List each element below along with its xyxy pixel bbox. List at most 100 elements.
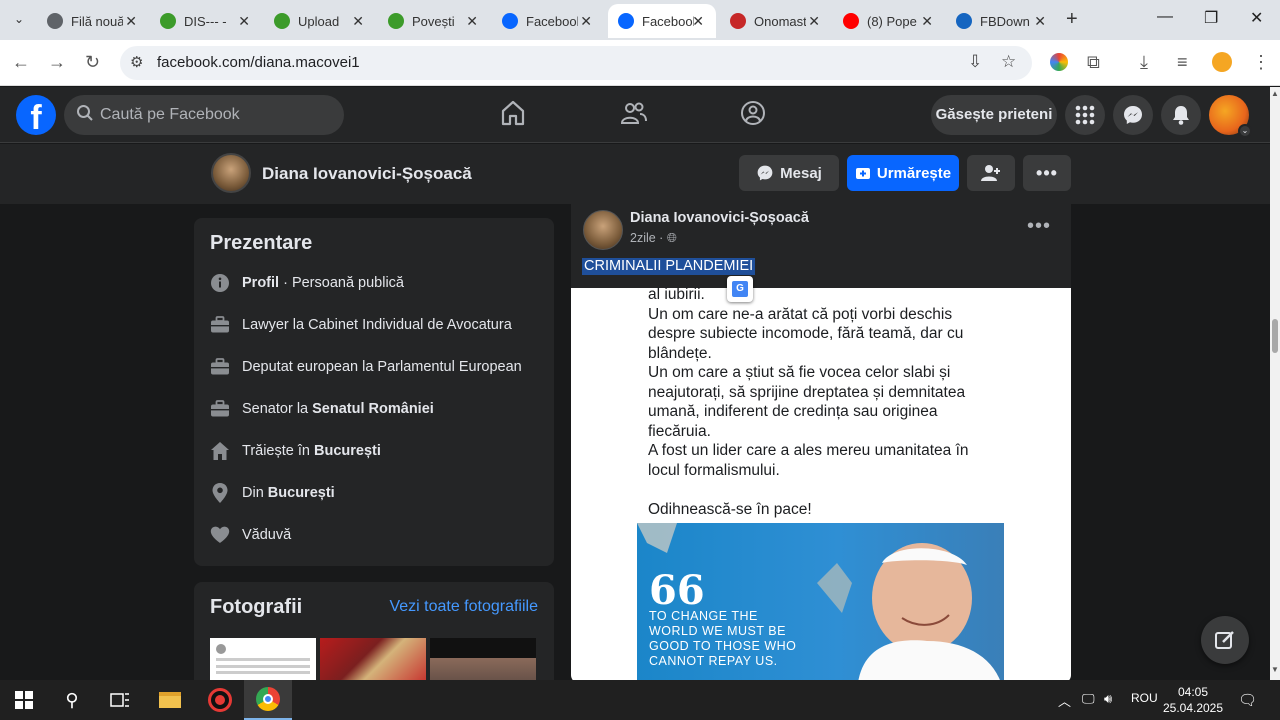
new-tab-button[interactable]: + <box>1066 8 1078 31</box>
see-all-photos-link[interactable]: Vezi toate fotografiile <box>389 598 538 616</box>
translate-popup-button[interactable]: G <box>727 276 753 302</box>
menu-grid-button[interactable] <box>1065 95 1105 135</box>
task-view-icon[interactable] <box>96 680 144 720</box>
tab-close-icon[interactable]: ✕ <box>125 13 137 30</box>
add-friend-button[interactable] <box>967 155 1015 191</box>
tab-favicon-icon <box>956 13 972 29</box>
tab-close-icon[interactable]: ✕ <box>352 13 364 30</box>
forward-arrow-icon[interactable]: → <box>48 52 66 73</box>
selected-post-text[interactable]: CRIMINALII PLANDEMIEI <box>582 258 756 275</box>
browser-tab[interactable]: FBDown ✕ <box>946 4 1058 38</box>
post-options-button[interactable]: ••• <box>1027 215 1051 238</box>
search-placeholder: Caută pe Facebook <box>100 106 240 123</box>
account-avatar[interactable]: ⌄ <box>1209 95 1252 138</box>
tab-favicon-icon <box>47 13 63 29</box>
tab-search-button[interactable]: ⌄ <box>6 6 32 32</box>
language-indicator[interactable]: ROU <box>1131 691 1158 705</box>
tab-close-icon[interactable]: ✕ <box>238 13 250 30</box>
more-options-button[interactable]: ••• <box>1023 155 1071 191</box>
bookmark-star-icon[interactable]: ☆ <box>1001 52 1016 72</box>
messenger-button[interactable] <box>1113 95 1153 135</box>
tab-close-icon[interactable]: ✕ <box>808 13 820 30</box>
tab-close-icon[interactable]: ✕ <box>921 13 933 30</box>
intro-title: Prezentare <box>210 232 313 254</box>
reload-icon[interactable]: ↻ <box>85 52 100 73</box>
tab-close-icon[interactable]: ✕ <box>466 13 478 30</box>
info-icon <box>210 273 230 293</box>
facebook-logo[interactable]: f <box>16 95 56 135</box>
post-author-avatar[interactable] <box>583 210 623 250</box>
tab-title: Filă nouă <box>71 13 123 29</box>
groups-nav-icon[interactable] <box>740 99 766 127</box>
scroll-down-arrow-icon[interactable]: ▼ <box>1271 665 1279 674</box>
windows-logo-icon <box>15 691 33 709</box>
follow-plus-icon <box>855 168 870 179</box>
chrome-taskbar-icon[interactable] <box>244 680 292 720</box>
browser-tab[interactable]: DIS--- - ✕ <box>150 4 262 38</box>
browser-tab[interactable]: Upload ✕ <box>264 4 376 38</box>
close-window-button[interactable]: ✕ <box>1250 8 1263 28</box>
browser-tab[interactable]: Facebook ✕ <box>608 4 716 38</box>
profile-avatar[interactable] <box>211 153 251 193</box>
message-button[interactable]: Mesaj <box>739 155 839 191</box>
recorder-app-icon[interactable] <box>196 680 244 720</box>
intro-row-text: Din <box>242 485 268 501</box>
url-text: facebook.com/diana.macovei1 <box>157 54 360 71</box>
tab-title: Onomastica <box>754 13 806 29</box>
tab-close-icon[interactable]: ✕ <box>1034 13 1046 30</box>
briefcase-icon <box>210 399 230 419</box>
browser-tab[interactable]: (8) Pope ✕ <box>833 4 945 38</box>
scroll-up-arrow-icon[interactable]: ▲ <box>1271 89 1279 98</box>
messenger-icon <box>757 165 773 181</box>
show-hidden-icons-chevron-icon[interactable]: ︿ <box>1058 691 1071 710</box>
file-explorer-icon[interactable] <box>146 680 194 720</box>
friends-nav-icon[interactable] <box>620 99 648 127</box>
find-friends-button[interactable]: Găsește prieteni <box>931 95 1057 135</box>
tab-close-icon[interactable]: ✕ <box>692 13 704 30</box>
taskbar-search-icon[interactable]: ⚲ <box>48 680 96 720</box>
post-timestamp[interactable]: 2zile · 🌐︎ <box>630 231 677 246</box>
media-control-icon[interactable]: ≡ <box>1177 52 1188 73</box>
search-icon <box>77 105 93 121</box>
post-card: Diana Iovanovici-Șoșoacă 2zile · 🌐︎ ••• … <box>571 203 1071 683</box>
intro-row-bold[interactable]: București <box>314 443 381 459</box>
install-app-icon[interactable]: ⇩ <box>968 52 982 72</box>
minimize-button[interactable]: — <box>1157 8 1173 26</box>
address-bar[interactable]: ⚙ facebook.com/diana.macovei1 ⇩ ☆ <box>120 46 1032 80</box>
post-image[interactable]: 66 TO CHANGE THE WORLD WE MUST BE GOOD T… <box>637 523 1004 683</box>
post-author-name[interactable]: Diana Iovanovici-Șoșoacă <box>630 210 809 226</box>
volume-icon[interactable]: 🔊︎ <box>1104 691 1112 707</box>
browser-tab[interactable]: Povești ✕ <box>378 4 490 38</box>
start-button[interactable] <box>0 680 48 720</box>
facebook-search-input[interactable]: Caută pe Facebook <box>64 95 344 135</box>
intro-row-bold[interactable]: Senatul României <box>312 401 434 417</box>
intro-row-bold[interactable]: București <box>268 485 335 501</box>
extensions-puzzle-icon[interactable]: ⧉ <box>1087 52 1100 73</box>
intro-row: Trăiește în București <box>210 439 381 463</box>
intro-row-bold[interactable]: Profil <box>242 275 279 291</box>
clock-time: 04:05 <box>1177 685 1209 699</box>
new-message-button[interactable] <box>1201 616 1249 664</box>
tab-favicon-icon <box>502 13 518 29</box>
notifications-button[interactable] <box>1161 95 1201 135</box>
scrollbar-thumb[interactable] <box>1272 319 1278 353</box>
site-info-icon[interactable]: ⚙ <box>130 53 143 71</box>
follow-button[interactable]: Urmărește <box>847 155 959 191</box>
home-nav-icon[interactable] <box>500 99 526 127</box>
network-icon[interactable]: 🖵︎ <box>1082 691 1095 707</box>
browser-tab[interactable]: Onomastica✕ <box>720 4 832 38</box>
profile-avatar-icon[interactable] <box>1212 52 1232 72</box>
extension-color-icon[interactable] <box>1050 53 1068 71</box>
page-scrollbar[interactable]: ▲ ▼ <box>1270 87 1280 680</box>
browser-tab[interactable]: Filă nouă ✕ <box>37 4 149 38</box>
taskbar-clock[interactable]: 04:05 25.04.2025 <box>1162 684 1224 716</box>
notification-center-icon[interactable]: 🗨︎ <box>1238 691 1257 709</box>
restore-button[interactable]: ❐ <box>1204 8 1218 28</box>
back-arrow-icon[interactable]: ← <box>12 52 30 73</box>
tab-close-icon[interactable]: ✕ <box>580 13 592 30</box>
intro-row: Din București <box>210 481 335 505</box>
browser-tab[interactable]: Facebook ✕ <box>492 4 604 38</box>
profile-name[interactable]: Diana Iovanovici-Șoșoacă <box>262 164 472 184</box>
menu-kebab-icon[interactable]: ⋮ <box>1252 52 1270 73</box>
downloads-icon[interactable]: ⤓ <box>1140 52 1148 73</box>
